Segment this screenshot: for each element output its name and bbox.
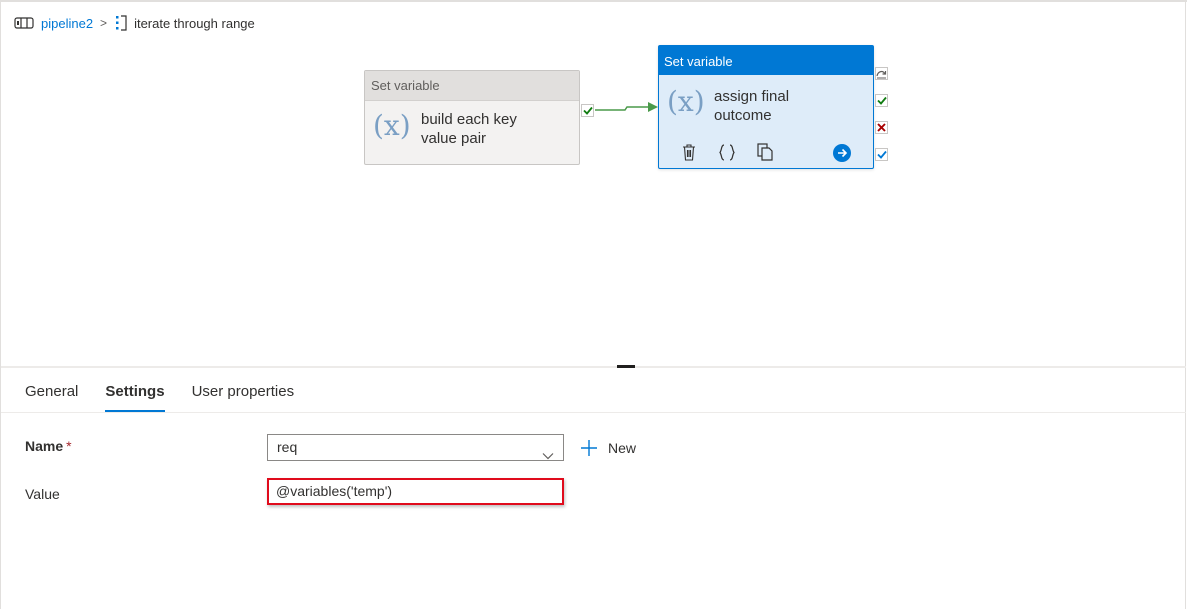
success-port-icon[interactable] [581, 104, 594, 117]
foreach-icon [114, 15, 128, 31]
left-border [0, 0, 1, 609]
tab-user-properties[interactable]: User properties [192, 382, 295, 412]
right-border [1185, 0, 1186, 609]
variable-icon: (x) [373, 109, 411, 142]
node-title: build each key value pair [421, 111, 517, 147]
name-label: Name * [25, 438, 72, 454]
breadcrumb-separator: > [100, 16, 108, 30]
value-label: Value [25, 486, 60, 502]
new-button-label: New [608, 440, 637, 456]
tab-settings[interactable]: Settings [105, 382, 165, 412]
failure-port-icon[interactable] [875, 121, 888, 134]
new-variable-button[interactable]: New [580, 436, 636, 460]
properties-tabs: General Settings User properties [25, 382, 321, 412]
name-select[interactable]: req [267, 434, 564, 461]
connector-line [595, 102, 658, 112]
copy-icon[interactable] [753, 142, 777, 162]
node-title: assign final outcome [714, 88, 790, 124]
node-type-label: Set variable [659, 46, 873, 75]
skip-port-icon[interactable] [875, 67, 888, 80]
panel-divider [1, 366, 1186, 368]
breadcrumb-current-activity: iterate through range [134, 15, 255, 31]
pipeline-icon [14, 16, 34, 30]
chevron-down-icon [542, 443, 554, 468]
node-type-label: Set variable [365, 71, 579, 101]
activity-node-assign-outcome[interactable]: Set variable (x) assign final outcome [658, 45, 874, 169]
delete-icon[interactable] [677, 142, 701, 162]
value-field[interactable]: @variables('temp') [267, 478, 564, 505]
node-action-bar [677, 142, 791, 162]
code-icon[interactable] [715, 142, 739, 162]
tab-general[interactable]: General [25, 382, 78, 412]
breadcrumb-pipeline-link[interactable]: pipeline2 [41, 16, 93, 31]
splitter-handle[interactable] [617, 365, 635, 368]
go-arrow-icon[interactable] [833, 144, 851, 162]
variable-icon: (x) [667, 85, 705, 118]
tabs-underline-rule [1, 412, 1186, 413]
top-border [0, 0, 1187, 2]
completion-port-icon[interactable] [875, 148, 888, 161]
plus-icon [580, 439, 598, 457]
activity-node-build-pair[interactable]: Set variable (x) build each key value pa… [364, 70, 580, 165]
required-marker: * [66, 438, 72, 454]
success-port-icon[interactable] [875, 94, 888, 107]
name-select-value: req [277, 439, 298, 455]
breadcrumb: pipeline2 > iterate through range [14, 13, 255, 33]
